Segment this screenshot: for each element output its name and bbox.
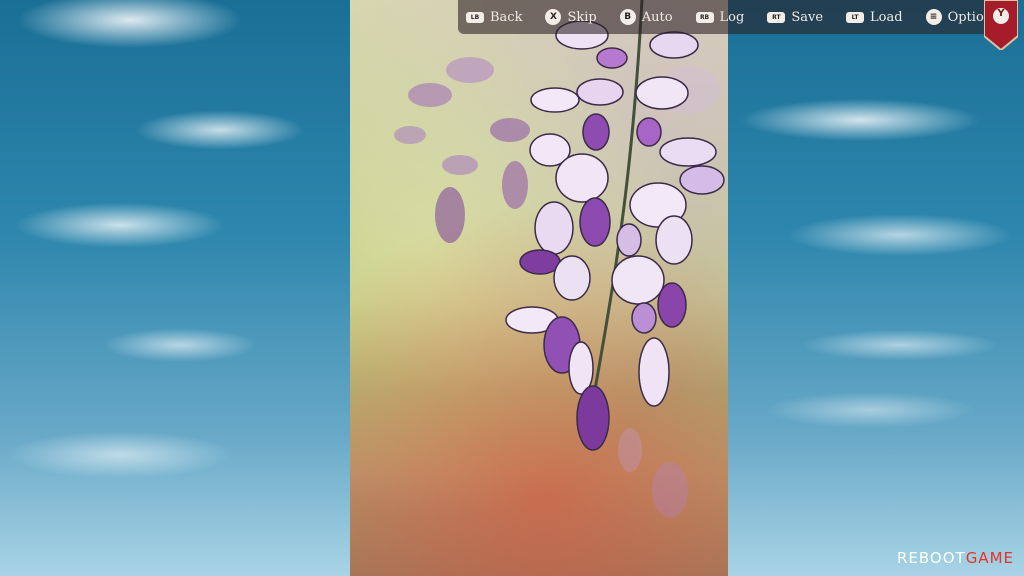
- save-button[interactable]: RT Save: [767, 10, 823, 25]
- menu-button-icon: ≡: [925, 9, 942, 25]
- skip-button[interactable]: X Skip: [545, 9, 597, 25]
- watermark-game: GAME: [965, 549, 1014, 567]
- back-label: Back: [490, 9, 523, 25]
- game-screen: LB Back X Skip B Auto RB Log RT Save LT …: [0, 0, 1024, 576]
- blurred-wisteria-cluster: [394, 57, 530, 243]
- rb-button-icon: RB: [695, 11, 714, 23]
- back-button[interactable]: LB Back: [466, 10, 522, 25]
- x-button-icon: X: [545, 9, 562, 25]
- wisteria-illustration: [394, 0, 725, 518]
- b-button-icon: B: [619, 9, 636, 25]
- quick-menu-bar: LB Back X Skip B Auto RB Log RT Save LT …: [458, 0, 1014, 34]
- rt-button-icon: RT: [767, 11, 786, 23]
- auto-label: Auto: [641, 9, 673, 25]
- load-label: Load: [870, 9, 903, 25]
- lt-button-icon: LT: [846, 11, 865, 23]
- skip-label: Skip: [567, 9, 597, 25]
- lb-button-icon: LB: [466, 11, 484, 23]
- auto-button[interactable]: B Auto: [619, 9, 673, 25]
- watermark: REBOOTGAME: [897, 549, 1014, 567]
- hide-ui-ribbon-button[interactable]: Y: [983, 0, 1019, 52]
- log-label: Log: [719, 9, 745, 25]
- log-button[interactable]: RB Log: [695, 9, 745, 25]
- y-button-glyph: Y: [997, 8, 1005, 19]
- save-label: Save: [791, 9, 824, 25]
- load-button[interactable]: LT Load: [846, 10, 903, 25]
- watermark-reboot: REBOOT: [896, 549, 966, 567]
- cg-illustration-panel: [350, 0, 728, 576]
